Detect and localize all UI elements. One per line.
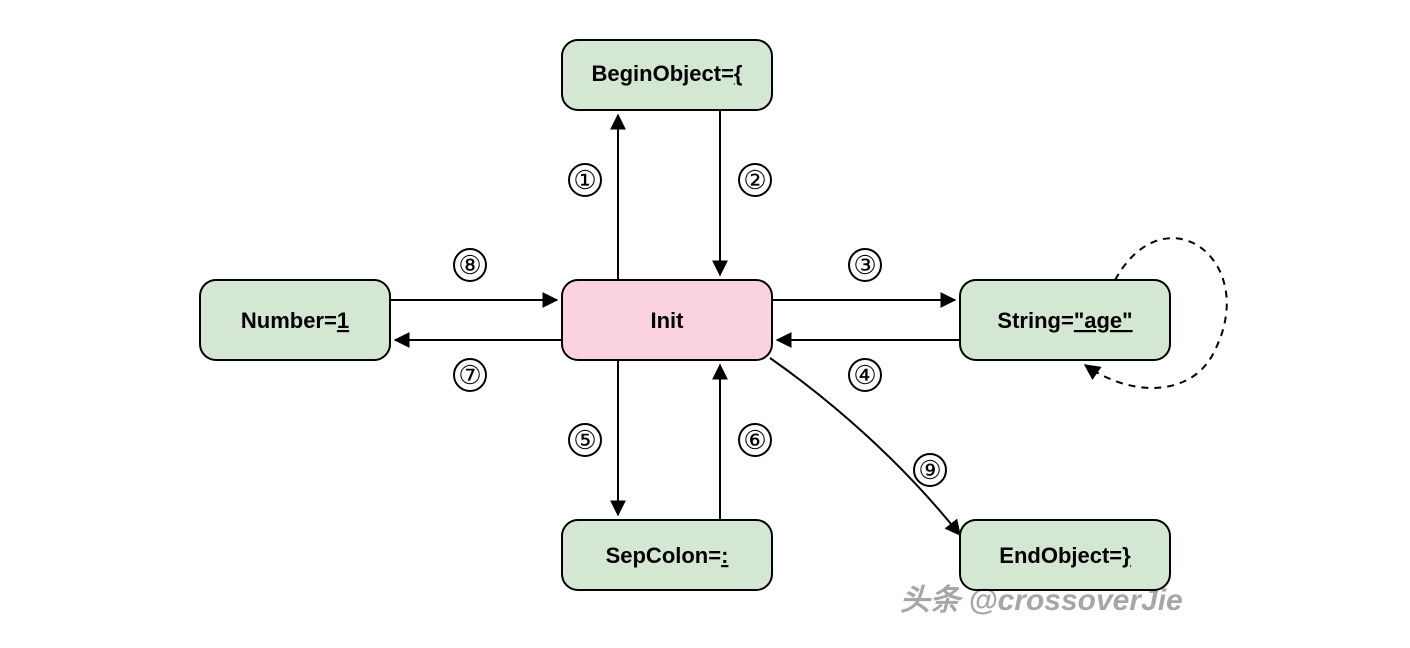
node-sep-colon: SepColon=: (562, 520, 772, 590)
svg-text:⑥: ⑥ (743, 425, 766, 455)
node-string: String="age" (960, 280, 1170, 360)
node-begin-object: BeginObject={ (562, 40, 772, 110)
edge-label-9: ⑨ (914, 454, 946, 486)
watermark: 头条 @crossoverJie (900, 584, 1183, 617)
edge-label-6: ⑥ (739, 424, 771, 456)
svg-text:④: ④ (853, 360, 876, 390)
svg-text:BeginObject={: BeginObject={ (592, 61, 743, 86)
node-init: Init (562, 280, 772, 360)
edge-label-7: ⑦ (454, 359, 486, 391)
svg-text:⑦: ⑦ (458, 360, 481, 390)
node-end-object: EndObject=} (960, 520, 1170, 590)
svg-text:⑨: ⑨ (918, 455, 941, 485)
edge-label-3: ③ (849, 249, 881, 281)
svg-text:Init: Init (651, 308, 685, 333)
svg-text:⑤: ⑤ (573, 425, 596, 455)
node-number: Number=1 (200, 280, 390, 360)
svg-text:③: ③ (853, 250, 876, 280)
svg-text:Number=1: Number=1 (241, 308, 349, 333)
svg-text:⑧: ⑧ (458, 250, 481, 280)
edge-label-2: ② (739, 164, 771, 196)
edge-label-8: ⑧ (454, 249, 486, 281)
edge-label-1: ① (569, 164, 601, 196)
svg-text:String="age": String="age" (997, 308, 1132, 333)
edge-label-5: ⑤ (569, 424, 601, 456)
svg-text:②: ② (743, 165, 766, 195)
edge-label-4: ④ (849, 359, 881, 391)
state-diagram: BeginObject={ Init Number=1 String="age"… (0, 0, 1410, 648)
svg-text:EndObject=}: EndObject=} (999, 543, 1131, 568)
svg-text:SepColon=:: SepColon=: (606, 543, 729, 568)
svg-text:①: ① (573, 165, 596, 195)
